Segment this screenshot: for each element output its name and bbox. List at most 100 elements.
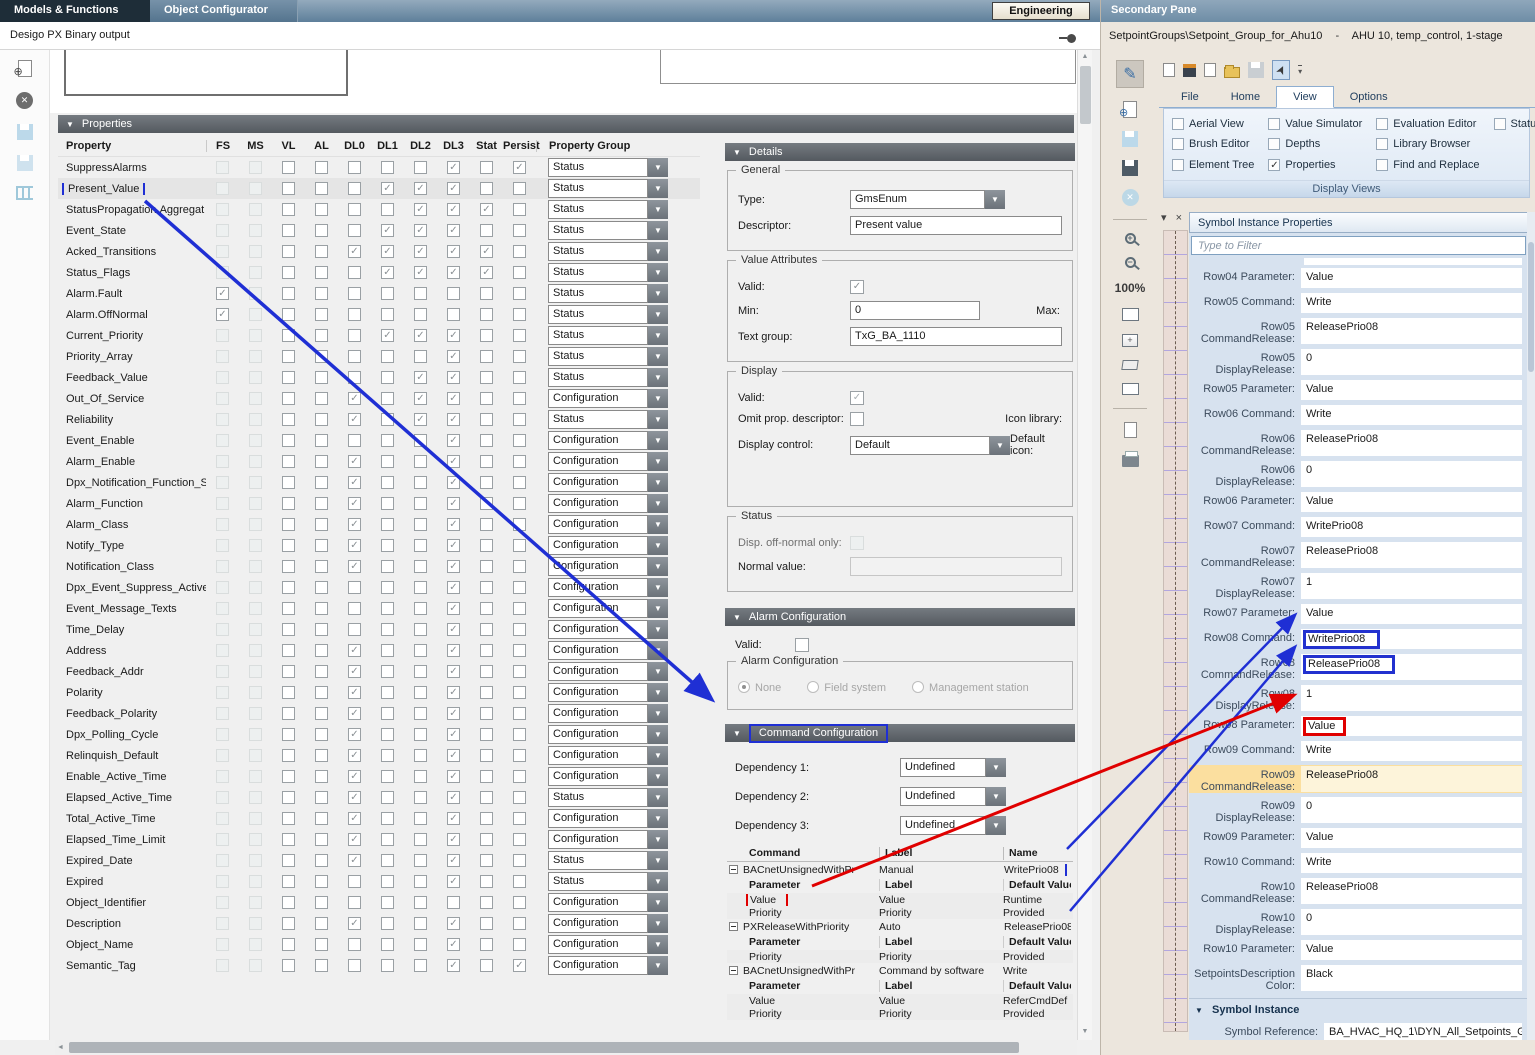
checkbox[interactable]: ✓ (447, 434, 460, 447)
checkbox[interactable] (282, 350, 295, 363)
checkbox[interactable] (513, 791, 526, 804)
scroll-up-icon[interactable]: ▲ (1078, 50, 1092, 63)
checkbox[interactable]: ✓ (447, 371, 460, 384)
checkbox[interactable] (414, 728, 427, 741)
checkbox[interactable] (381, 833, 394, 846)
checkbox[interactable] (315, 959, 328, 972)
checkbox[interactable]: ✓ (414, 371, 427, 384)
checkbox[interactable]: ✓ (348, 833, 361, 846)
property-group-dropdown[interactable]: Status▼ (548, 368, 668, 387)
radio-field-system[interactable]: Field system (807, 681, 886, 694)
checkbox[interactable] (513, 938, 526, 951)
checkbox[interactable] (249, 308, 262, 321)
checkbox[interactable] (513, 392, 526, 405)
checkbox[interactable] (315, 497, 328, 510)
checkbox[interactable] (414, 854, 427, 867)
display-control-dropdown[interactable]: Default▼ (850, 436, 1010, 455)
property-group-dropdown[interactable]: Configuration▼ (548, 473, 668, 492)
checkbox[interactable] (480, 287, 493, 300)
checkbox[interactable] (249, 707, 262, 720)
property-row[interactable]: Elapsed_Active_Time✓✓Status▼ (58, 787, 700, 808)
view-checkbox-element-tree[interactable]: Element Tree (1172, 156, 1254, 174)
property-group-dropdown[interactable]: Configuration▼ (548, 704, 668, 723)
checkbox[interactable] (480, 413, 493, 426)
property-group-dropdown[interactable]: Status▼ (548, 326, 668, 345)
type-dropdown[interactable]: GmsEnum▼ (850, 190, 1005, 209)
property-group-dropdown[interactable]: Configuration▼ (548, 830, 668, 849)
checkbox[interactable] (249, 644, 262, 657)
checkbox[interactable] (216, 812, 229, 825)
chevron-down-icon[interactable]: ▼ (648, 956, 668, 975)
checkbox[interactable]: ✓ (348, 707, 361, 720)
checkbox[interactable]: ✓ (348, 854, 361, 867)
checkbox[interactable] (216, 959, 229, 972)
instance-property-row[interactable]: Row06 CommandRelease:ReleasePrio08 (1189, 429, 1522, 457)
checkbox[interactable] (216, 896, 229, 909)
checkbox[interactable] (282, 329, 295, 342)
checkbox[interactable] (513, 707, 526, 720)
checkbox[interactable] (447, 287, 460, 300)
property-row[interactable]: Out_Of_Service✓✓✓Configuration▼ (58, 388, 700, 409)
checkbox[interactable] (381, 854, 394, 867)
checkbox[interactable]: ✓ (348, 413, 361, 426)
checkbox[interactable] (315, 665, 328, 678)
instance-property-field[interactable]: Value (1301, 268, 1522, 288)
chevron-down-icon[interactable]: ▼ (648, 179, 668, 198)
checkbox[interactable] (315, 308, 328, 321)
checkbox[interactable] (348, 266, 361, 279)
checkbox[interactable]: ✓ (447, 266, 460, 279)
checkbox[interactable] (216, 350, 229, 363)
checkbox[interactable] (216, 833, 229, 846)
instance-property-field[interactable]: 1 (1301, 573, 1522, 599)
view-checkbox-depths[interactable]: Depths (1268, 135, 1362, 153)
checkbox[interactable] (282, 308, 295, 321)
checkbox[interactable] (249, 224, 262, 237)
checkbox[interactable] (282, 371, 295, 384)
chevron-down-icon[interactable]: ▼ (648, 725, 668, 744)
checkbox[interactable]: ✓ (447, 392, 460, 405)
checkbox[interactable] (249, 455, 262, 468)
checkbox[interactable]: ✓ (480, 245, 493, 258)
tab-home[interactable]: Home (1215, 87, 1276, 107)
checkbox[interactable] (348, 182, 361, 195)
chevron-down-icon[interactable]: ▼ (648, 536, 668, 555)
instance-property-field[interactable]: ReleasePrio08 (1301, 878, 1522, 904)
checkbox[interactable] (315, 707, 328, 720)
checkbox[interactable] (381, 959, 394, 972)
checkbox[interactable]: ✓ (447, 875, 460, 888)
property-row[interactable]: Status_Flags✓✓✓✓Status▼ (58, 262, 700, 283)
property-row[interactable]: Relinquish_Default✓✓Configuration▼ (58, 745, 700, 766)
property-group-dropdown[interactable]: Status▼ (548, 851, 668, 870)
chevron-down-icon[interactable]: ▼ (985, 190, 1005, 209)
checkbox[interactable] (480, 434, 493, 447)
checkbox[interactable] (216, 455, 229, 468)
checkbox[interactable] (282, 896, 295, 909)
instance-property-row[interactable]: Row07 CommandRelease:ReleasePrio08 (1189, 541, 1522, 569)
checkbox[interactable] (315, 686, 328, 699)
property-group-dropdown[interactable]: Configuration▼ (548, 578, 668, 597)
grid-settings-icon[interactable]: + (1122, 334, 1138, 347)
property-group-dropdown[interactable]: Configuration▼ (548, 956, 668, 975)
checkbox[interactable] (315, 623, 328, 636)
checkbox[interactable] (315, 896, 328, 909)
instance-property-row[interactable]: SetpointsDescriptionColor:Black (1189, 964, 1522, 992)
checkbox[interactable]: ✓ (348, 497, 361, 510)
property-group-dropdown[interactable]: Configuration▼ (548, 683, 668, 702)
presentation-icon[interactable] (1122, 383, 1139, 395)
property-group-dropdown[interactable]: Status▼ (548, 242, 668, 261)
checkbox[interactable] (1172, 159, 1184, 171)
view-checkbox-properties[interactable]: ✓Properties (1268, 156, 1362, 174)
dependency2-dropdown[interactable]: Undefined▼ (900, 787, 1006, 806)
checkbox[interactable] (216, 329, 229, 342)
chevron-down-icon[interactable]: ▼ (648, 599, 668, 618)
instance-property-row[interactable]: Row10 CommandRelease:ReleasePrio08 (1189, 877, 1522, 905)
checkbox[interactable] (513, 665, 526, 678)
checkbox[interactable] (348, 350, 361, 363)
checkbox[interactable] (348, 938, 361, 951)
instance-property-field[interactable]: Value (1301, 604, 1522, 624)
checkbox[interactable]: ✓ (447, 707, 460, 720)
property-group-dropdown[interactable]: Status▼ (548, 179, 668, 198)
checkbox[interactable] (249, 476, 262, 489)
checkbox[interactable]: ✓ (348, 560, 361, 573)
checkbox[interactable] (513, 686, 526, 699)
